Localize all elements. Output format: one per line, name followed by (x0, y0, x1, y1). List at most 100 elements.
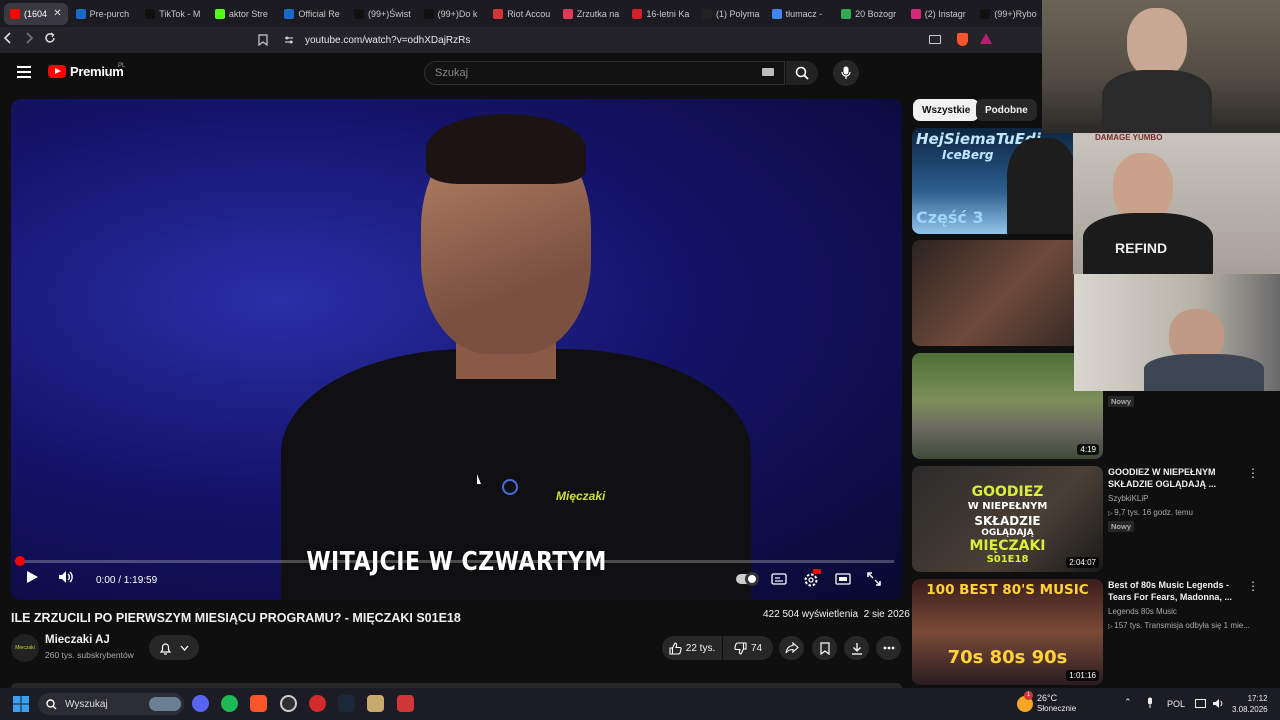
webcam-2-banner: DAMAGE YUMBO (1095, 133, 1163, 142)
browser-tab[interactable]: (1604 ✕ (4, 2, 68, 25)
rec-channel[interactable]: SzybkiKLiP (1108, 494, 1148, 503)
subtitles-button[interactable] (771, 573, 787, 585)
back-button[interactable] (3, 32, 23, 44)
search-input[interactable]: Szukaj (424, 61, 785, 85)
taskbar-search[interactable]: Wyszukaj (38, 693, 184, 715)
brave-rewards-icon[interactable] (980, 33, 992, 44)
search-button[interactable] (786, 61, 818, 85)
theater-mode-button[interactable] (835, 573, 851, 585)
close-tab-icon[interactable]: ✕ (53, 8, 61, 19)
obs-taskbar-icon[interactable] (280, 695, 297, 712)
keyboard-icon[interactable] (762, 68, 774, 76)
rec-thumbnail-5[interactable]: 100 BEST 80'S MUSIC 70s 80s 90s 1:01:16 (912, 579, 1103, 685)
browser-tab[interactable]: TikTok - M (139, 3, 207, 25)
browser-tab[interactable]: Zrzutka na (557, 3, 625, 25)
browser-tab[interactable]: (1) Polyma (696, 3, 764, 25)
language-indicator[interactable]: POL (1167, 699, 1185, 709)
dislike-button[interactable]: 74 (723, 636, 773, 660)
browser-tab[interactable]: Pre-purch (70, 3, 138, 25)
play-button[interactable] (25, 570, 39, 584)
rec-more-button[interactable]: ⋮ (1247, 466, 1259, 480)
subscriber-count: 260 tys. subskrybentów (45, 650, 134, 660)
brave-taskbar-icon[interactable] (250, 695, 267, 712)
progress-scrubber[interactable] (15, 556, 25, 566)
progress-bar[interactable] (19, 560, 894, 563)
channel-avatar[interactable]: Mieczaki (11, 634, 39, 662)
chip-all[interactable]: Wszystkie (913, 99, 980, 121)
download-button[interactable] (844, 636, 869, 660)
rec-more-button[interactable]: ⋮ (1247, 579, 1259, 593)
browser-tab[interactable]: (99+)Do k (418, 3, 486, 25)
start-button[interactable] (13, 696, 29, 712)
league-taskbar-icon[interactable] (367, 695, 384, 712)
more-actions-button[interactable] (876, 636, 901, 660)
brave-shield-icon[interactable] (957, 33, 968, 46)
webcam-2-shirt-text: REFIND (1115, 240, 1168, 256)
app-red-taskbar-icon[interactable] (309, 695, 326, 712)
volume-button[interactable] (58, 570, 76, 584)
tab-label: Riot Accou (507, 8, 551, 19)
rec-duration: 4:19 (1077, 444, 1099, 455)
logo-text: Premium (70, 64, 124, 79)
subscription-bell-button[interactable] (149, 635, 199, 660)
browser-tab[interactable]: 16-letni Ka (626, 3, 694, 25)
rec-thumb-line: OGLĄDAJĄ (981, 528, 1034, 538)
spotify-taskbar-icon[interactable] (221, 695, 238, 712)
tray-expand-icon[interactable]: ⌃ (1124, 697, 1132, 708)
channel-name[interactable]: Mieczaki AJ (45, 634, 110, 646)
reload-button[interactable] (44, 32, 64, 44)
menu-icon[interactable] (17, 66, 31, 78)
cast-icon[interactable] (929, 35, 941, 44)
url-field[interactable]: youtube.com/watch?v=odhXDajRzRs (305, 35, 470, 46)
rec-thumb-line: 100 BEST 80'S MUSIC (926, 582, 1089, 598)
tab-label: 16-letni Ka (646, 8, 690, 19)
rec-title[interactable]: Best of 80s Music Legends - Tears For Fe… (1108, 579, 1238, 603)
like-button[interactable]: 22 tys. (662, 636, 722, 660)
webcam-1-shirt (1102, 70, 1212, 133)
rec-thumbnail-4[interactable]: GOODIEZ W NIEPEŁNYM SKŁADZIE OGLĄDAJĄ MI… (912, 466, 1103, 572)
share-button[interactable] (779, 636, 804, 660)
thumbs-down-icon (734, 641, 747, 655)
discord-taskbar-icon[interactable] (192, 695, 209, 712)
settings-button[interactable] (803, 569, 821, 588)
browser-tab[interactable]: tłumacz - (766, 3, 834, 25)
riot-taskbar-icon[interactable] (397, 695, 414, 712)
tab-favicon-icon (701, 8, 712, 19)
youtube-premium-logo[interactable]: Premium (48, 64, 124, 79)
fullscreen-button[interactable] (867, 572, 881, 586)
autoplay-toggle[interactable] (736, 572, 759, 586)
forward-button[interactable] (24, 32, 44, 44)
windows-taskbar: Wyszukaj 1 26°C Słonecznie ⌃ POL 17:12 3… (0, 688, 1280, 720)
video-frame-hair (426, 114, 586, 184)
webcam-3 (1074, 274, 1280, 391)
rec-title[interactable]: GOODIEZ W NIEPEŁNYM SKŁADZIE OGLĄDAJĄ ..… (1108, 466, 1238, 490)
tab-label: Pre-purch (89, 8, 130, 19)
search-highlight-icon (149, 697, 181, 711)
rec-meta-text: 157 tys. Transmisja odbyła się 1 mie... (1114, 621, 1250, 630)
save-button[interactable] (812, 636, 837, 660)
volume-tray-icon[interactable] (1212, 698, 1224, 709)
voice-search-button[interactable] (833, 60, 859, 86)
tab-label: (2) Instagr (924, 8, 966, 19)
browser-tab[interactable]: Official Re (278, 3, 346, 25)
browser-tab[interactable]: (99+)Świst (348, 3, 416, 25)
rec-channel[interactable]: Legends 80s Music (1108, 607, 1177, 616)
video-player[interactable]: Mięczaki WITAJCIE W CZWARTYM 0:00 / 1:19… (11, 99, 902, 600)
bookmark-page-button[interactable] (258, 34, 268, 46)
tab-favicon-icon (562, 8, 573, 19)
browser-tab[interactable]: aktor Stre (209, 3, 277, 25)
browser-tab[interactable]: Riot Accou (487, 3, 555, 25)
taskbar-clock[interactable]: 17:12 3.08.2026 (1232, 693, 1268, 715)
chip-related[interactable]: Podobne (976, 99, 1037, 121)
browser-tab[interactable]: 20 Bożogr (835, 3, 903, 25)
tab-label: (99+)Do k (437, 8, 478, 19)
microphone-tray-icon[interactable] (1146, 697, 1154, 709)
steam-taskbar-icon[interactable] (338, 695, 355, 712)
rec-duration: 1:01:16 (1066, 670, 1099, 681)
logo-region: PL (118, 63, 126, 69)
display-tray-icon[interactable] (1195, 699, 1206, 708)
browser-tab[interactable]: (99+)Rybo (974, 3, 1042, 25)
browser-tab[interactable]: (2) Instagr (905, 3, 973, 25)
site-info-icon[interactable] (284, 35, 294, 45)
tab-label: Official Re (298, 8, 340, 19)
